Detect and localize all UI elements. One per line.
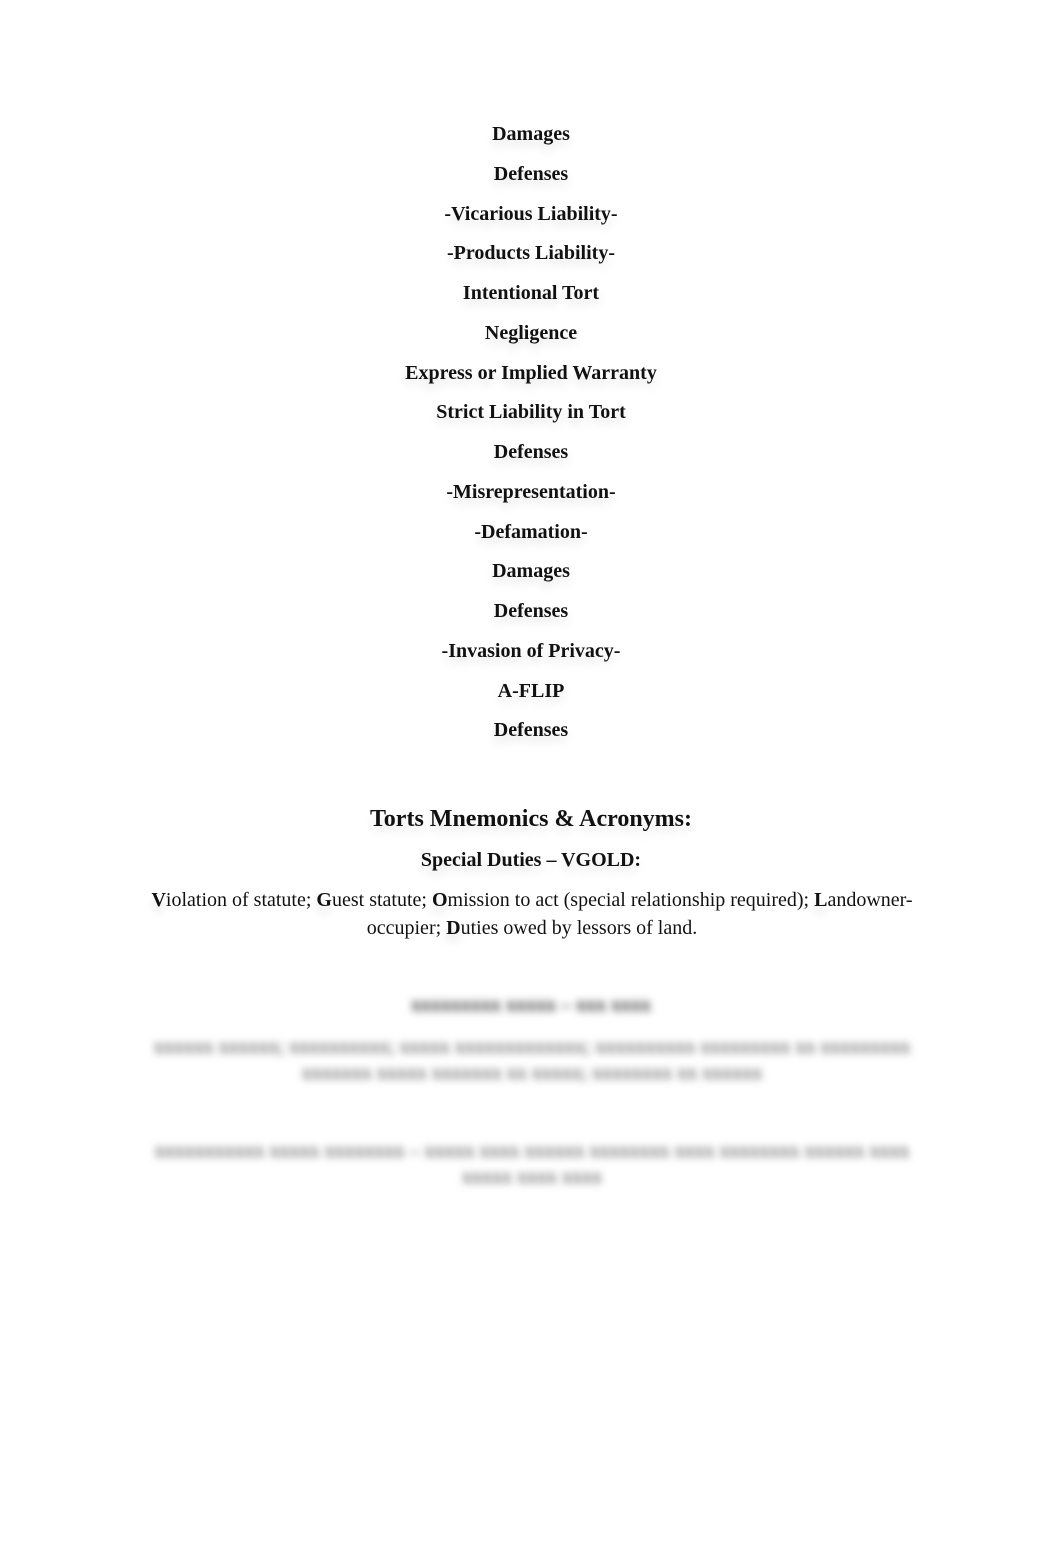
outline-heading: Intentional Tort [462, 282, 600, 304]
outline-heading: Negligence [484, 321, 578, 344]
outline-heading: Damages [492, 123, 570, 145]
outline-heading: -Invasion of Privacy- [441, 639, 621, 662]
outline-heading-list: Damages Defenses -Vicarious Liability- -… [0, 122, 1062, 758]
outline-heading: Defenses [493, 162, 569, 185]
mnemonic-key-letter: O [431, 889, 448, 911]
outline-heading: A-FLIP [497, 679, 565, 702]
outline-heading: Damages [492, 560, 570, 583]
outline-heading: -Vicarious Liability- [444, 202, 618, 225]
special-duties-title: Special Duties – VGOLD: [420, 849, 642, 871]
outline-heading: -Defamation- [474, 520, 588, 543]
mnemonic-text: uties owed by lessors of land. [460, 917, 698, 939]
document-page: Damages Defenses -Vicarious Liability- -… [0, 0, 1062, 1556]
section-title: Torts Mnemonics & Acronyms: [370, 806, 692, 832]
outline-heading: -Misrepresentation- [446, 480, 616, 503]
special-duties-body: Violation of statute; Guest statute; Omi… [132, 886, 932, 942]
outline-heading: Strict Liability in Tort [436, 401, 626, 424]
mnemonic-key-letter: D [446, 917, 461, 939]
mnemonic-text: mission to act (special relationship req… [447, 889, 815, 911]
mnemonic-key-letter: G [316, 889, 332, 911]
mnemonic-key-letter: V [151, 889, 166, 911]
outline-heading: Defenses [493, 719, 569, 742]
obscured-paragraph: xxxxxx xxxxxx; xxxxxxxxxx; xxxxx xxxxxxx… [153, 1036, 911, 1084]
outline-heading: -Products Liability- [447, 242, 615, 265]
outline-heading: Defenses [493, 441, 569, 463]
obscured-paragraph: xxxxxxxxxxx xxxxx xxxxxxxx – xxxxx xxxx … [154, 1140, 910, 1188]
mnemonic-text: uest statute; [331, 889, 432, 911]
mnemonic-text: iolation of statute; [165, 889, 317, 911]
outline-heading: Defenses [493, 600, 569, 622]
mnemonic-key-letter: L [814, 889, 828, 911]
obscured-section-title: xxxxxxxxx xxxxx – xxx xxxx [411, 994, 651, 1016]
outline-heading: Express or Implied Warranty [405, 361, 657, 384]
